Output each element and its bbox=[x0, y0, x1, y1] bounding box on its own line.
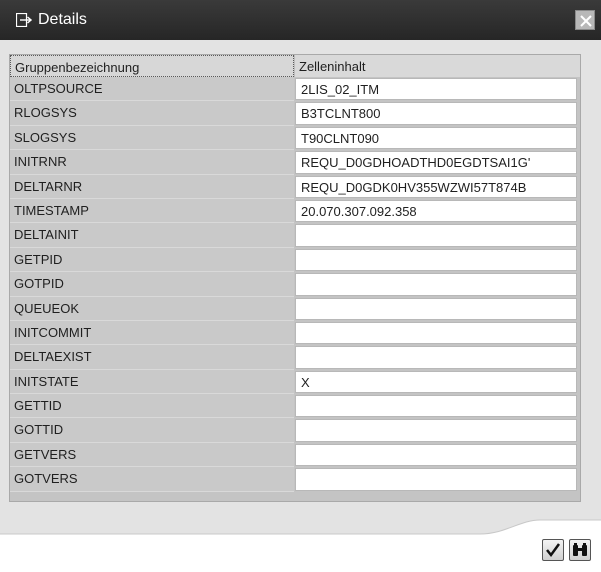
table-row: INITCOMMIT bbox=[10, 320, 580, 346]
table-row: DELTARNR REQU_D0GDK0HV355WZWI57T874B bbox=[10, 174, 580, 199]
table-row: GETTID bbox=[10, 394, 580, 419]
footer-swoosh bbox=[0, 514, 601, 535]
row-label: SLOGSYS bbox=[10, 125, 294, 151]
table-row: TIMESTAMP 20.070.307.092.358 bbox=[10, 198, 580, 224]
table-row: OLTPSOURCE 2LIS_02_ITM bbox=[10, 77, 580, 102]
row-value-cell[interactable] bbox=[295, 248, 577, 272]
table-row: GETPID bbox=[10, 247, 580, 273]
row-label: INITRNR bbox=[10, 150, 294, 175]
row-value-cell[interactable] bbox=[295, 419, 577, 442]
table-body: OLTPSOURCE 2LIS_02_ITM RLOGSYS B3TCLNT800 SL… bbox=[10, 77, 580, 492]
title-bar[interactable]: Details bbox=[0, 0, 601, 40]
row-value-cell[interactable] bbox=[295, 321, 577, 345]
row-value-cell[interactable] bbox=[295, 224, 577, 247]
dialog-footer bbox=[0, 514, 601, 572]
row-label: RLOGSYS bbox=[10, 101, 294, 126]
table-row: GOTPID bbox=[10, 272, 580, 297]
row-value-cell[interactable] bbox=[295, 273, 577, 296]
table-row: DELTAINIT bbox=[10, 223, 580, 248]
row-label: INITSTATE bbox=[10, 369, 294, 395]
details-dialog: Details Gruppenbezeichnung Zelleninhalt … bbox=[0, 0, 601, 572]
details-table: Gruppenbezeichnung Zelleninhalt OLTPSOUR… bbox=[9, 54, 581, 502]
details-window-icon bbox=[15, 12, 33, 28]
row-value-cell[interactable]: REQU_D0GDK0HV355WZWI57T874B bbox=[295, 175, 577, 198]
row-value-cell[interactable]: X bbox=[295, 370, 577, 394]
row-value-cell[interactable]: B3TCLNT800 bbox=[295, 102, 577, 125]
row-value-cell[interactable] bbox=[295, 395, 577, 418]
row-label: DELTAINIT bbox=[10, 223, 294, 248]
row-label: GOTVERS bbox=[10, 467, 294, 492]
table-row: QUEUEOK bbox=[10, 296, 580, 321]
binoculars-icon bbox=[573, 543, 587, 556]
row-label: GOTTID bbox=[10, 418, 294, 443]
table-row: INITSTATE X bbox=[10, 369, 580, 395]
row-value-cell[interactable] bbox=[295, 346, 577, 369]
table-row: GETVERS bbox=[10, 442, 580, 468]
row-label: GETTID bbox=[10, 394, 294, 419]
row-value-cell[interactable] bbox=[295, 297, 577, 320]
row-label: GETPID bbox=[10, 247, 294, 273]
row-value-cell[interactable]: 20.070.307.092.358 bbox=[295, 199, 577, 223]
row-label: QUEUEOK bbox=[10, 296, 294, 321]
table-header: Gruppenbezeichnung Zelleninhalt bbox=[10, 55, 580, 77]
row-label: INITCOMMIT bbox=[10, 320, 294, 346]
table-row: GOTVERS bbox=[10, 467, 580, 492]
ok-button[interactable] bbox=[542, 539, 564, 561]
row-label: OLTPSOURCE bbox=[10, 77, 294, 102]
row-label: GOTPID bbox=[10, 272, 294, 297]
column-header-zelleninhalt[interactable]: Zelleninhalt bbox=[294, 55, 580, 77]
row-value-cell[interactable]: 2LIS_02_ITM bbox=[295, 78, 577, 101]
row-label: DELTAEXIST bbox=[10, 345, 294, 370]
row-value-cell[interactable] bbox=[295, 443, 577, 467]
row-label: DELTARNR bbox=[10, 174, 294, 199]
column-header-gruppenbezeichnung[interactable]: Gruppenbezeichnung bbox=[10, 55, 294, 77]
table-row: INITRNR REQU_D0GDHOADTHD0EGDTSAI1G' bbox=[10, 150, 580, 175]
row-label: TIMESTAMP bbox=[10, 198, 294, 224]
close-icon bbox=[580, 15, 592, 27]
dialog-content: Gruppenbezeichnung Zelleninhalt OLTPSOUR… bbox=[0, 40, 601, 514]
row-label: GETVERS bbox=[10, 442, 294, 468]
find-button[interactable] bbox=[569, 539, 591, 561]
table-row: DELTAEXIST bbox=[10, 345, 580, 370]
table-row: SLOGSYS T90CLNT090 bbox=[10, 125, 580, 151]
table-row: GOTTID bbox=[10, 418, 580, 443]
table-row: RLOGSYS B3TCLNT800 bbox=[10, 101, 580, 126]
checkmark-icon bbox=[546, 543, 561, 558]
window-title: Details bbox=[38, 11, 87, 28]
row-value-cell[interactable]: REQU_D0GDHOADTHD0EGDTSAI1G' bbox=[295, 151, 577, 174]
row-value-cell[interactable]: T90CLNT090 bbox=[295, 126, 577, 150]
row-value-cell[interactable] bbox=[295, 468, 577, 491]
close-button[interactable] bbox=[575, 10, 595, 30]
